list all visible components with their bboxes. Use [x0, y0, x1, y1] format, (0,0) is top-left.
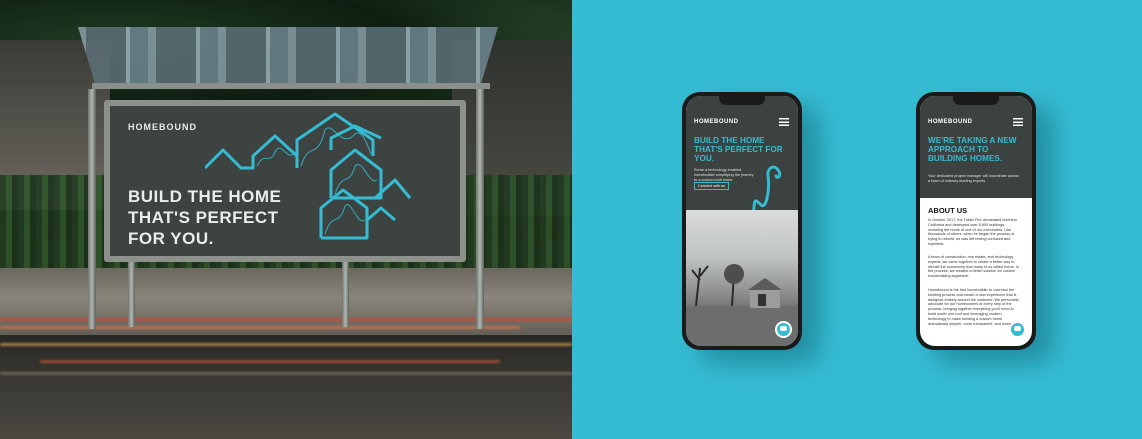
- billboard-ad: HOMEBOUND BUILD THE HOME THAT'S PERFECT: [110, 106, 460, 256]
- hamburger-icon[interactable]: [779, 118, 789, 126]
- billboard-headline: BUILD THE HOME THAT'S PERFECT FOR YOU.: [128, 186, 298, 249]
- about-title: ABOUT US: [928, 206, 968, 215]
- homebound-logo: HOMEBOUND: [128, 122, 197, 132]
- phone-screen: HOMEBOUND WE'RE TAKING A NEW APPROACH TO…: [920, 96, 1032, 346]
- homebound-logo[interactable]: HOMEBOUND: [694, 119, 739, 125]
- road: [0, 335, 572, 439]
- billboard-photo: HOMEBOUND BUILD THE HOME THAT'S PERFECT: [0, 0, 572, 439]
- light-streak: [0, 326, 520, 329]
- shelter-roof: [78, 27, 498, 83]
- shelter-post: [476, 89, 484, 329]
- phone-mockup-panel: HOMEBOUND BUILD THE HOME THAT'S PERFECT …: [572, 0, 1142, 439]
- light-streak: [40, 360, 500, 363]
- shelter-post: [88, 89, 96, 329]
- shelter-roof-edge: [92, 83, 490, 89]
- phone-screen: HOMEBOUND BUILD THE HOME THAT'S PERFECT …: [686, 96, 798, 346]
- hamburger-icon[interactable]: [1013, 118, 1023, 126]
- light-streak: [0, 372, 572, 375]
- hero-headline: BUILD THE HOME THAT'S PERFECT FOR YOU.: [694, 136, 783, 163]
- homebound-logo[interactable]: HOMEBOUND: [928, 119, 973, 125]
- billboard-leg: [128, 262, 135, 327]
- hero-section: HOMEBOUND WE'RE TAKING A NEW APPROACH TO…: [920, 96, 1032, 198]
- about-paragraph: Homebound is the first homebuilder to ov…: [928, 288, 1019, 326]
- about-paragraph: In October 2017, the Tubbs Fire devastat…: [928, 218, 1018, 246]
- connect-button[interactable]: Connect with us: [694, 182, 730, 190]
- phone-notch: [719, 96, 765, 105]
- hero-headline: WE'RE TAKING A NEW APPROACH TO BUILDING …: [928, 136, 1017, 163]
- phone-notch: [953, 96, 999, 105]
- house-photo: [686, 210, 798, 346]
- chat-bubble-icon[interactable]: [1009, 321, 1026, 338]
- hero-section: HOMEBOUND BUILD THE HOME THAT'S PERFECT …: [686, 96, 798, 220]
- light-streak: [0, 343, 572, 346]
- about-paragraph: A team of construction, real estate, and…: [928, 255, 1019, 279]
- hero-subtext: Your dedicated project manager will coor…: [928, 174, 1020, 183]
- billboard-leg: [342, 262, 349, 327]
- chat-bubble-icon[interactable]: [775, 321, 792, 338]
- headline-line: FOR YOU.: [128, 229, 214, 248]
- headline-line: BUILD THE HOME: [128, 187, 282, 206]
- light-streak: [0, 318, 572, 321]
- headline-line: THAT'S PERFECT: [128, 208, 279, 227]
- phone-mockup-home: HOMEBOUND BUILD THE HOME THAT'S PERFECT …: [682, 92, 802, 350]
- hero-subtext: Some a technology-enabled homebuilder si…: [694, 168, 754, 182]
- phone-mockup-about: HOMEBOUND WE'RE TAKING A NEW APPROACH TO…: [916, 92, 1036, 350]
- pavement: [0, 268, 572, 343]
